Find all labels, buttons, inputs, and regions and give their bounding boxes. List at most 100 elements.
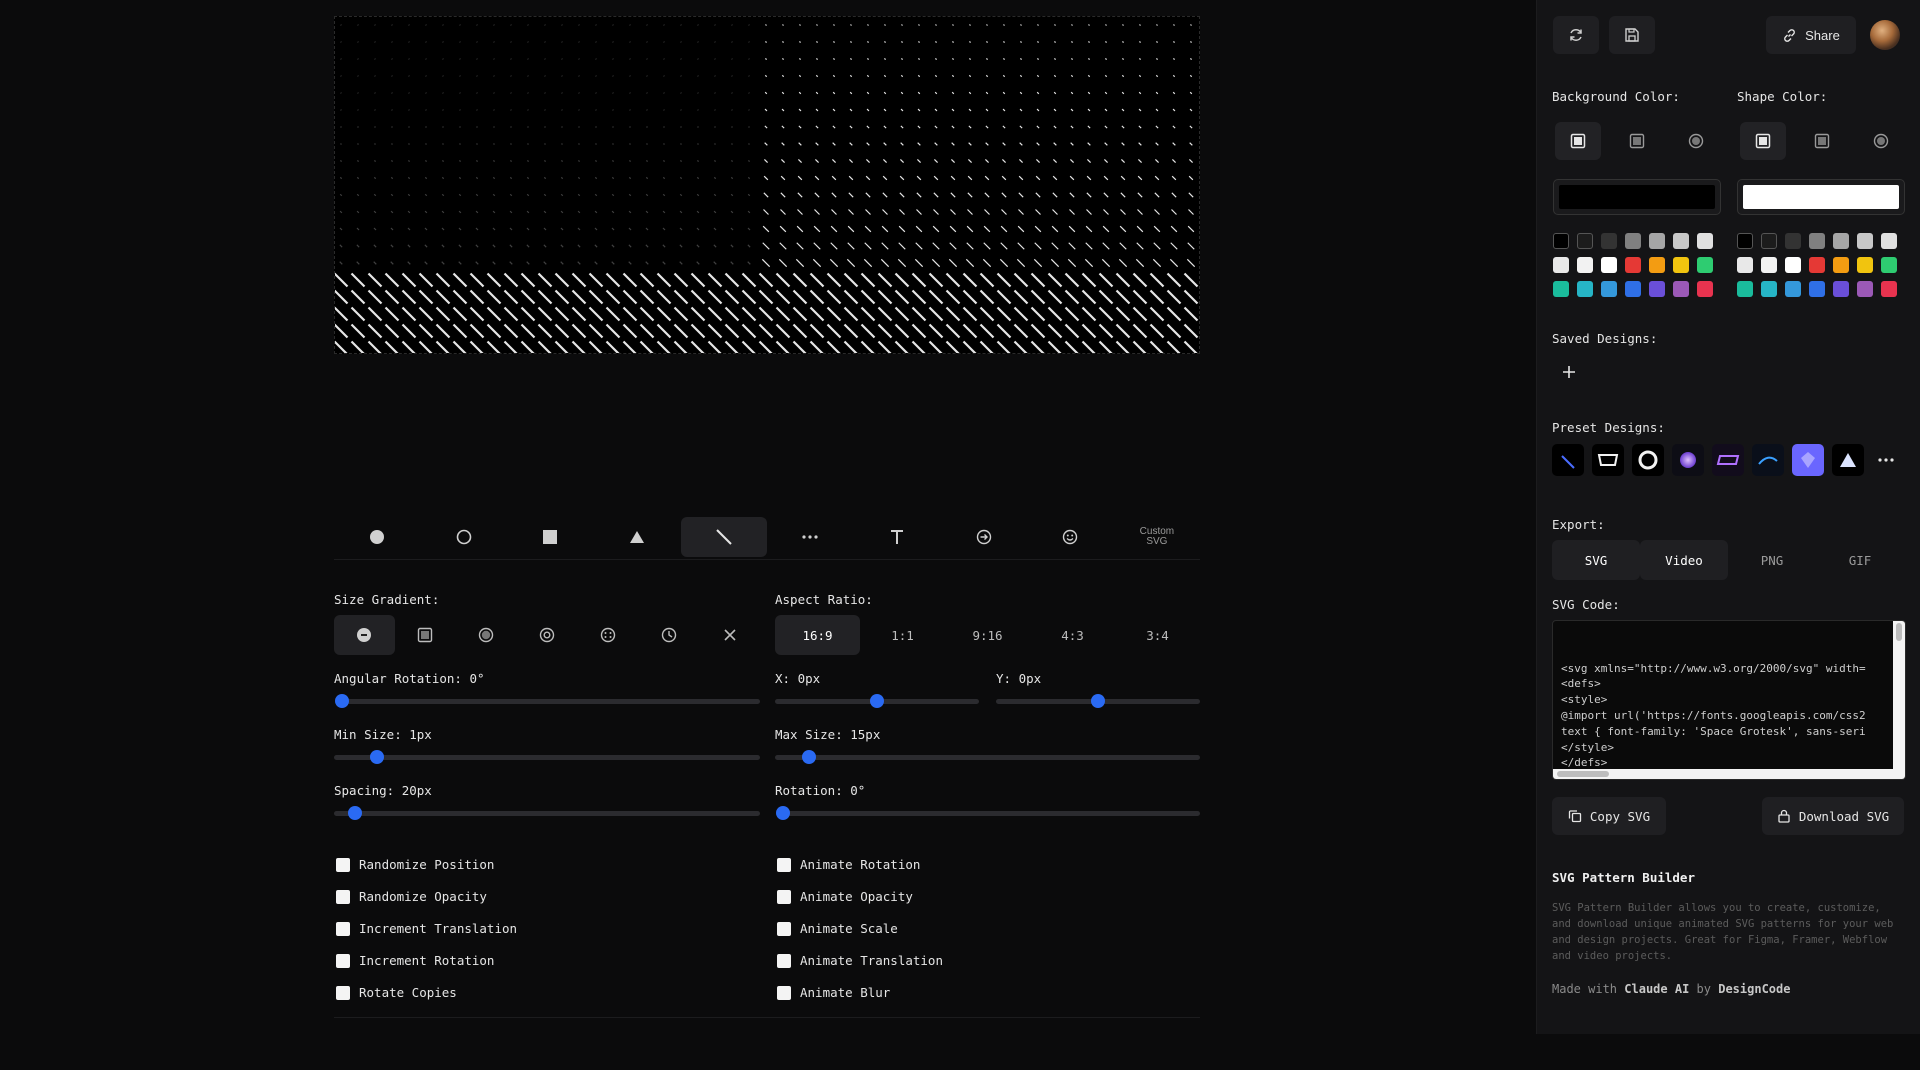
shape-triangle-button[interactable] xyxy=(594,517,680,557)
preset-design-arc[interactable] xyxy=(1752,444,1784,476)
preset-design-frame[interactable] xyxy=(1592,444,1624,476)
checkbox-box[interactable] xyxy=(777,921,791,936)
checkbox-box[interactable] xyxy=(336,985,350,1000)
download-svg-button[interactable]: Download SVG xyxy=(1762,797,1904,835)
background-color-swatch[interactable] xyxy=(1625,233,1641,249)
avatar[interactable] xyxy=(1870,20,1900,50)
shape-smiley-button[interactable] xyxy=(1027,517,1113,557)
max-size-slider[interactable] xyxy=(775,750,1200,764)
shape-color-swatch[interactable] xyxy=(1881,233,1897,249)
animate-scale-checkbox[interactable]: Animate Scale xyxy=(777,921,898,936)
shape-color-swatch[interactable] xyxy=(1761,281,1777,297)
shape-color-swatch[interactable] xyxy=(1881,281,1897,297)
credit-ai-link[interactable]: Claude AI xyxy=(1624,982,1689,996)
animate-rotation-checkbox[interactable]: Animate Rotation xyxy=(777,857,920,872)
shape-color-swatch[interactable] xyxy=(1809,233,1825,249)
add-design-button[interactable] xyxy=(1559,362,1579,382)
background-color-swatch[interactable] xyxy=(1577,233,1593,249)
background-color-swatch[interactable] xyxy=(1697,233,1713,249)
increment-translation-checkbox[interactable]: Increment Translation xyxy=(336,921,517,936)
rotation-slider[interactable] xyxy=(776,806,1200,820)
shape-filled-circle-button[interactable] xyxy=(334,517,420,557)
shape-color-swatch[interactable] xyxy=(1785,281,1801,297)
preset-design-diamond[interactable] xyxy=(1792,444,1824,476)
size-gradient-grid-option[interactable] xyxy=(577,615,638,655)
checkbox-box[interactable] xyxy=(336,953,350,968)
checkbox-box[interactable] xyxy=(336,921,350,936)
background-color-input[interactable] xyxy=(1553,179,1721,215)
refresh-button[interactable] xyxy=(1553,16,1599,54)
background-color-swatch[interactable] xyxy=(1601,257,1617,273)
shape-outline-circle-button[interactable] xyxy=(421,517,507,557)
svg-code-textarea[interactable]: <svg xmlns="http://www.w3.org/2000/svg" … xyxy=(1552,620,1906,780)
background-color-swatch[interactable] xyxy=(1553,233,1569,249)
export-gif-tab[interactable]: GIF xyxy=(1816,540,1904,580)
background-color-swatch[interactable] xyxy=(1601,233,1617,249)
background-color-swatch[interactable] xyxy=(1553,257,1569,273)
min-size-slider[interactable] xyxy=(334,750,760,764)
size-gradient-ring-option[interactable] xyxy=(517,615,578,655)
shape-color-swatch[interactable] xyxy=(1785,233,1801,249)
export-svg-tab[interactable]: SVG xyxy=(1552,540,1640,580)
shape-color-swatch[interactable] xyxy=(1833,281,1849,297)
checkbox-box[interactable] xyxy=(777,985,791,1000)
aspect-ratio-3-4-option[interactable]: 3:4 xyxy=(1115,615,1200,655)
shape-color-swatch[interactable] xyxy=(1857,257,1873,273)
preset-design-parallelogram[interactable] xyxy=(1712,444,1744,476)
horizontal-scrollbar[interactable] xyxy=(1553,769,1905,779)
preset-design-lines[interactable] xyxy=(1552,444,1584,476)
background-color-swatch[interactable] xyxy=(1577,281,1593,297)
background-color-swatch[interactable] xyxy=(1673,257,1689,273)
size-gradient-circle-option[interactable] xyxy=(456,615,517,655)
preset-design-orb[interactable] xyxy=(1672,444,1704,476)
shape-color-swatch[interactable] xyxy=(1833,257,1849,273)
animate-opacity-checkbox[interactable]: Animate Opacity xyxy=(777,889,913,904)
shape-color-swatch[interactable] xyxy=(1833,233,1849,249)
shape-color-swatch[interactable] xyxy=(1737,233,1753,249)
aspect-ratio-9-16-option[interactable]: 9:16 xyxy=(945,615,1030,655)
bg-solid-button[interactable] xyxy=(1555,122,1601,160)
size-gradient-radial-option[interactable] xyxy=(334,615,395,655)
export-png-tab[interactable]: PNG xyxy=(1728,540,1816,580)
more-presets-button[interactable] xyxy=(1874,452,1898,468)
share-button[interactable]: Share xyxy=(1766,16,1856,54)
animate-translation-checkbox[interactable]: Animate Translation xyxy=(777,953,943,968)
background-color-swatch[interactable] xyxy=(1625,257,1641,273)
slider-thumb[interactable] xyxy=(1091,694,1105,708)
randomize-opacity-checkbox[interactable]: Randomize Opacity xyxy=(336,889,487,904)
slider-thumb[interactable] xyxy=(369,750,384,764)
shape-custom-svg-button[interactable]: Custom SVG xyxy=(1114,517,1200,557)
animate-blur-checkbox[interactable]: Animate Blur xyxy=(777,985,890,1000)
background-color-swatch[interactable] xyxy=(1673,233,1689,249)
export-video-tab[interactable]: Video xyxy=(1640,540,1728,580)
shape-color-swatch[interactable] xyxy=(1809,281,1825,297)
spacing-slider[interactable] xyxy=(334,806,760,820)
shape-color-swatch[interactable] xyxy=(1737,281,1753,297)
shape-color-swatch[interactable] xyxy=(1785,257,1801,273)
background-color-swatch[interactable] xyxy=(1625,281,1641,297)
aspect-ratio-16-9-option[interactable]: 16:9 xyxy=(775,615,860,655)
y-offset-slider[interactable] xyxy=(996,694,1200,708)
size-gradient-none-option[interactable] xyxy=(699,615,760,655)
angular-rotation-slider[interactable] xyxy=(335,694,760,708)
shape-solid-button[interactable] xyxy=(1740,122,1786,160)
shape-arrow-circle-button[interactable] xyxy=(941,517,1027,557)
vertical-scrollbar[interactable] xyxy=(1893,621,1905,769)
shape-color-swatch[interactable] xyxy=(1809,257,1825,273)
aspect-ratio-1-1-option[interactable]: 1:1 xyxy=(860,615,945,655)
shape-color-input[interactable] xyxy=(1737,179,1905,215)
shape-linear-gradient-button[interactable] xyxy=(1799,122,1845,160)
bg-radial-gradient-button[interactable] xyxy=(1673,122,1719,160)
shape-color-swatch[interactable] xyxy=(1857,281,1873,297)
shape-color-swatch[interactable] xyxy=(1761,233,1777,249)
shape-color-swatch[interactable] xyxy=(1881,257,1897,273)
background-color-swatch[interactable] xyxy=(1601,281,1617,297)
slider-thumb[interactable] xyxy=(870,694,884,708)
checkbox-box[interactable] xyxy=(336,857,350,872)
shape-color-swatch[interactable] xyxy=(1737,257,1753,273)
shape-radial-gradient-button[interactable] xyxy=(1858,122,1904,160)
background-color-swatch[interactable] xyxy=(1649,281,1665,297)
preset-design-triangle[interactable] xyxy=(1832,444,1864,476)
slider-thumb[interactable] xyxy=(802,750,816,764)
randomize-position-checkbox[interactable]: Randomize Position xyxy=(336,857,494,872)
